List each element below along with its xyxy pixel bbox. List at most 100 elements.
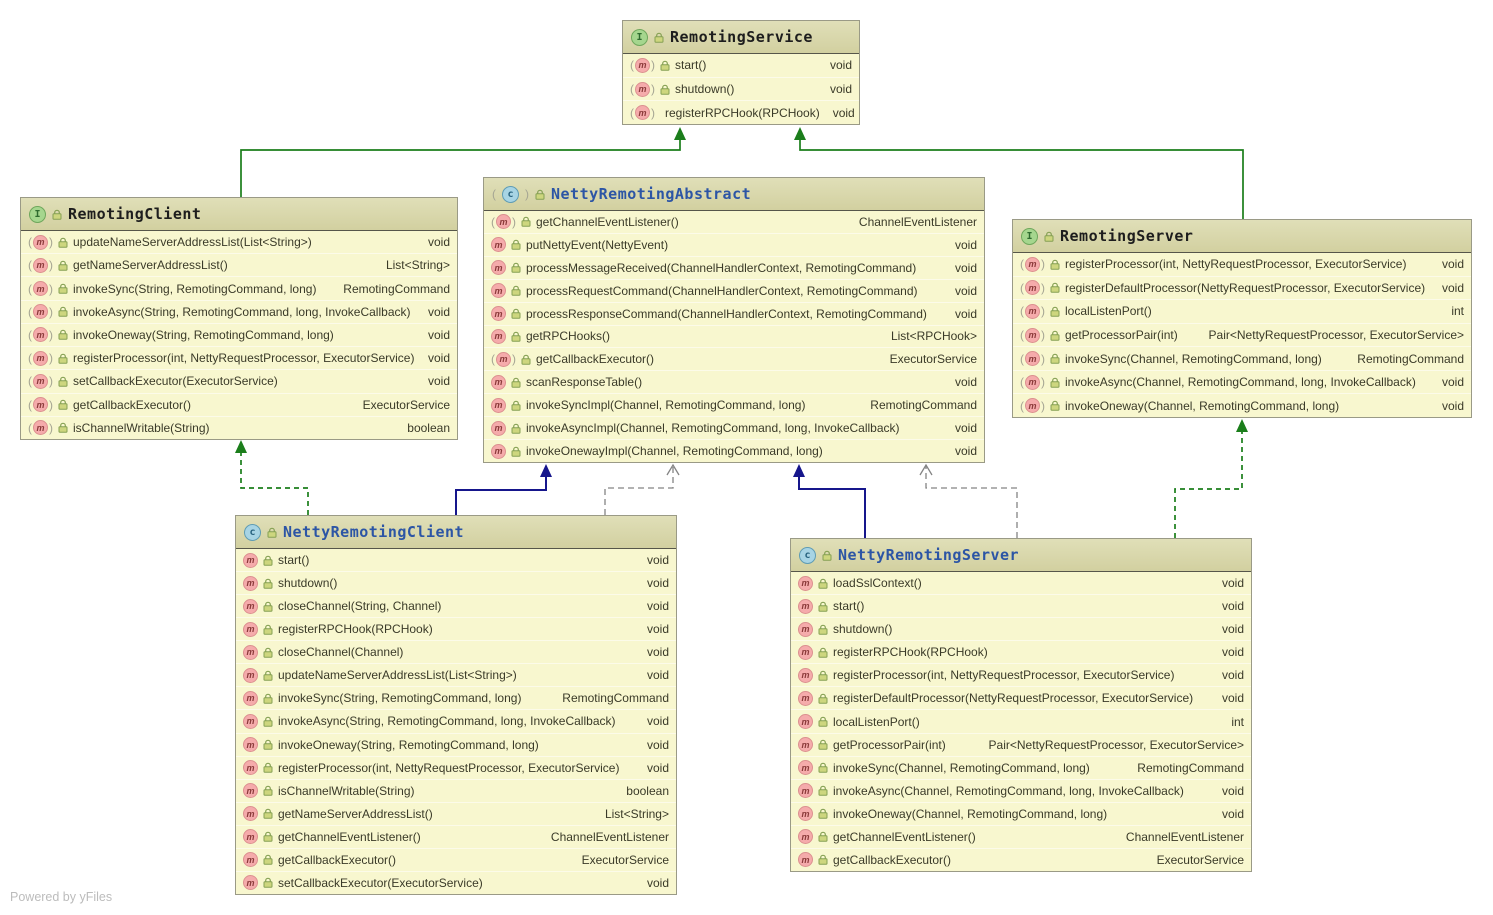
lock-icon xyxy=(818,739,828,750)
method-signature: invokeAsync(Channel, RemotingCommand, lo… xyxy=(1065,375,1416,389)
method-signature: setCallbackExecutor(ExecutorService) xyxy=(73,374,278,388)
method-signature: invokeOneway(String, RemotingCommand, lo… xyxy=(73,328,334,342)
method-signature: registerProcessor(int, NettyRequestProce… xyxy=(278,761,619,775)
method-row[interactable]: mregisterRPCHook(RPCHook)void xyxy=(236,617,676,640)
method-icon: (m) xyxy=(28,327,53,342)
method-row[interactable]: minvokeAsync(Channel, RemotingCommand, l… xyxy=(791,779,1251,802)
method-row[interactable]: mcloseChannel(String, Channel)void xyxy=(236,594,676,617)
method-return-type: ExecutorService xyxy=(582,853,669,867)
method-row[interactable]: mscanResponseTable()void xyxy=(484,370,984,393)
method-row[interactable]: (m)invokeOneway(Channel, RemotingCommand… xyxy=(1013,393,1471,417)
class-node-remoting-client[interactable]: I RemotingClient (m)updateNameServerAddr… xyxy=(20,197,458,440)
class-node-netty-remoting-client[interactable]: c NettyRemotingClient mstart()voidmshutd… xyxy=(235,515,677,895)
method-row[interactable]: minvokeSyncImpl(Channel, RemotingCommand… xyxy=(484,393,984,416)
class-node-netty-remoting-server[interactable]: c NettyRemotingServer mloadSslContext()v… xyxy=(790,538,1252,872)
method-row[interactable]: mgetProcessorPair(int)Pair<NettyRequestP… xyxy=(791,733,1251,756)
method-row[interactable]: mgetChannelEventListener()ChannelEventLi… xyxy=(236,825,676,848)
method-row[interactable]: (m)registerProcessor(int, NettyRequestPr… xyxy=(1013,253,1471,276)
method-row[interactable]: (m)start()void xyxy=(623,54,859,77)
method-row[interactable]: (m)getChannelEventListener()ChannelEvent… xyxy=(484,211,984,233)
method-row[interactable]: mshutdown()void xyxy=(236,571,676,594)
method-row[interactable]: (m)isChannelWritable(String)boolean xyxy=(21,416,457,439)
method-row[interactable]: mregisterProcessor(int, NettyRequestProc… xyxy=(236,756,676,779)
method-row[interactable]: (m)shutdown()void xyxy=(623,77,859,101)
method-row[interactable]: mgetRPCHooks()List<RPCHook> xyxy=(484,325,984,348)
method-row[interactable]: minvokeSync(String, RemotingCommand, lon… xyxy=(236,686,676,709)
method-icon: (m) xyxy=(491,214,516,229)
method-row[interactable]: (m)setCallbackExecutor(ExecutorService)v… xyxy=(21,369,457,392)
interface-icon: I xyxy=(29,206,46,223)
lock-icon xyxy=(511,239,521,250)
method-row[interactable]: (m) invokeOneway(String, RemotingCommand,… xyxy=(21,323,457,346)
method-signature: invokeSync(Channel, RemotingCommand, lon… xyxy=(833,761,1090,775)
method-row[interactable]: (m)registerRPCHook(RPCHook)void xyxy=(623,100,859,124)
method-row[interactable]: minvokeAsync(String, RemotingCommand, lo… xyxy=(236,709,676,732)
method-icon: (m) xyxy=(1020,375,1045,390)
method-row[interactable]: misChannelWritable(String)boolean xyxy=(236,779,676,802)
method-row[interactable]: minvokeOneway(String, RemotingCommand, l… xyxy=(236,733,676,756)
method-row[interactable]: (m)getCallbackExecutor()ExecutorService xyxy=(21,393,457,416)
class-header[interactable]: (c) NettyRemotingAbstract xyxy=(484,178,984,211)
method-row[interactable]: minvokeOnewayImpl(Channel, RemotingComma… xyxy=(484,439,984,462)
method-signature: localListenPort() xyxy=(1065,304,1152,318)
method-signature: closeChannel(String, Channel) xyxy=(278,599,441,613)
method-row[interactable]: minvokeSync(Channel, RemotingCommand, lo… xyxy=(791,756,1251,779)
method-icon: m xyxy=(243,737,258,752)
method-row[interactable]: (m)registerProcessor(int, NettyRequestPr… xyxy=(21,346,457,369)
method-row[interactable]: mlocalListenPort()int xyxy=(791,709,1251,732)
class-header[interactable]: c NettyRemotingServer xyxy=(791,539,1251,572)
method-row[interactable]: (m)localListenPort()int xyxy=(1013,299,1471,323)
method-icon: m xyxy=(798,829,813,844)
class-node-netty-remoting-abstract[interactable]: (c) NettyRemotingAbstract (m)getChannelE… xyxy=(483,177,985,463)
method-row[interactable]: mregisterProcessor(int, NettyRequestProc… xyxy=(791,663,1251,686)
method-row[interactable]: (m)invokeAsync(String, RemotingCommand, … xyxy=(21,300,457,323)
method-row[interactable]: (m)getNameServerAddressList()List<String… xyxy=(21,253,457,276)
method-row[interactable]: mstart()void xyxy=(791,594,1251,617)
lock-icon xyxy=(263,762,273,773)
method-row[interactable]: mcloseChannel(Channel)void xyxy=(236,640,676,663)
method-row[interactable]: mgetCallbackExecutor()ExecutorService xyxy=(791,848,1251,871)
method-row[interactable]: mgetNameServerAddressList()List<String> xyxy=(236,802,676,825)
class-node-remoting-service[interactable]: I RemotingService (m)start()void(m)shutd… xyxy=(622,20,860,125)
method-row[interactable]: (m)getCallbackExecutor()ExecutorService xyxy=(484,347,984,370)
method-signature: invokeAsync(Channel, RemotingCommand, lo… xyxy=(833,784,1184,798)
method-row[interactable]: (m) invokeAsync(Channel, RemotingCommand,… xyxy=(1013,370,1471,394)
method-row[interactable]: mprocessRequestCommand(ChannelHandlerCon… xyxy=(484,279,984,302)
lock-icon xyxy=(511,308,521,319)
method-row[interactable]: mupdateNameServerAddressList(List<String… xyxy=(236,663,676,686)
lock-icon xyxy=(818,578,828,589)
method-row[interactable]: mshutdown()void xyxy=(791,617,1251,640)
class-header[interactable]: I RemotingServer xyxy=(1013,220,1471,253)
method-icon: m xyxy=(798,737,813,752)
method-row[interactable]: minvokeAsyncImpl(Channel, RemotingComman… xyxy=(484,416,984,439)
method-row[interactable]: minvokeOneway(Channel, RemotingCommand, … xyxy=(791,802,1251,825)
method-icon: (m) xyxy=(1020,257,1045,272)
method-row[interactable]: mgetCallbackExecutor()ExecutorService xyxy=(236,848,676,871)
class-header[interactable]: I RemotingClient xyxy=(21,198,457,231)
method-row[interactable]: mstart()void xyxy=(236,549,676,571)
method-signature: start() xyxy=(675,58,706,72)
method-row[interactable]: mloadSslContext()void xyxy=(791,572,1251,594)
method-row[interactable]: (m)registerDefaultProcessor(NettyRequest… xyxy=(1013,276,1471,300)
method-row[interactable]: (m)invokeSync(Channel, RemotingCommand, … xyxy=(1013,346,1471,370)
method-row[interactable]: mregisterRPCHook(RPCHook)void xyxy=(791,640,1251,663)
method-row[interactable]: (m)getProcessorPair(int)Pair<NettyReques… xyxy=(1013,323,1471,347)
method-row[interactable]: mputNettyEvent(NettyEvent)void xyxy=(484,233,984,256)
class-node-remoting-server[interactable]: I RemotingServer (m)registerProcessor(in… xyxy=(1012,219,1472,418)
method-row[interactable]: mprocessResponseCommand(ChannelHandlerCo… xyxy=(484,302,984,325)
lock-icon xyxy=(521,216,531,227)
method-signature: invokeAsync(String, RemotingCommand, lon… xyxy=(278,714,615,728)
method-row[interactable]: mregisterDefaultProcessor(NettyRequestPr… xyxy=(791,686,1251,709)
class-header[interactable]: c NettyRemotingClient xyxy=(236,516,676,549)
method-row[interactable]: msetCallbackExecutor(ExecutorService)voi… xyxy=(236,871,676,894)
method-row[interactable]: mgetChannelEventListener()ChannelEventLi… xyxy=(791,825,1251,848)
method-return-type: void xyxy=(1222,622,1244,636)
method-return-type: void xyxy=(1222,807,1244,821)
method-icon: m xyxy=(491,283,506,298)
method-row[interactable]: (m)updateNameServerAddressList(List<Stri… xyxy=(21,231,457,253)
method-signature: setCallbackExecutor(ExecutorService) xyxy=(278,876,483,890)
method-return-type: void xyxy=(647,576,669,590)
class-header[interactable]: I RemotingService xyxy=(623,21,859,54)
method-row[interactable]: (m)invokeSync(String, RemotingCommand, l… xyxy=(21,276,457,299)
method-row[interactable]: mprocessMessageReceived(ChannelHandlerCo… xyxy=(484,256,984,279)
